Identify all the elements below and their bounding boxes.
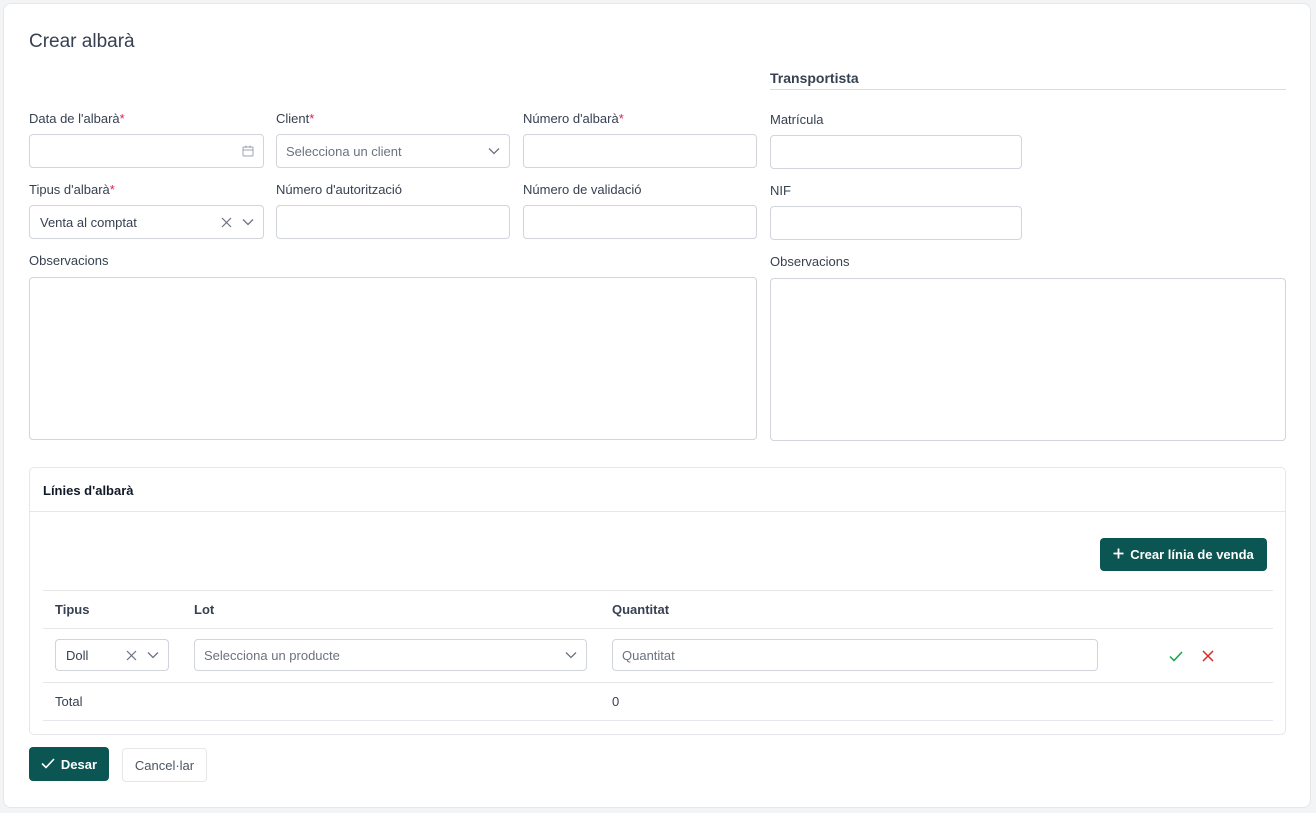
validation-label: Número de validació — [523, 182, 642, 197]
cancel-line-close-icon[interactable] — [1198, 646, 1218, 666]
check-icon — [41, 757, 55, 772]
type-value: Venta al comptat — [40, 214, 137, 230]
number-label: Número d'albarà* — [523, 111, 624, 126]
total-value: 0 — [612, 694, 620, 709]
observations-textarea[interactable] — [29, 277, 757, 440]
line-quantity-input[interactable]: Quantitat — [612, 639, 1098, 671]
page-title: Crear albarà — [29, 31, 135, 52]
transport-observations-textarea[interactable] — [770, 278, 1286, 441]
total-label: Total — [55, 694, 83, 709]
client-select[interactable]: Selecciona un client — [276, 134, 510, 168]
line-type-select[interactable]: Doll — [55, 639, 169, 671]
observations-label: Observacions — [29, 253, 109, 268]
line-type-value: Doll — [66, 647, 89, 663]
table-top-divider — [43, 590, 1273, 591]
nif-input[interactable] — [770, 206, 1022, 240]
plate-input[interactable] — [770, 135, 1022, 169]
save-label: Desar — [60, 756, 98, 772]
confirm-line-check-icon[interactable] — [1166, 646, 1186, 666]
client-label: Client* — [276, 111, 315, 126]
number-input[interactable] — [523, 134, 757, 168]
chevron-down-icon[interactable] — [565, 651, 577, 659]
lot-placeholder: Selecciona un producte — [204, 647, 340, 663]
create-line-button[interactable]: Crear línia de venda — [1100, 538, 1267, 571]
plate-label: Matrícula — [770, 112, 824, 127]
lines-panel-title: Línies d'albarà — [30, 468, 1285, 512]
clear-icon[interactable] — [126, 650, 137, 661]
save-button[interactable]: Desar — [29, 747, 109, 781]
transport-section-title: Transportista — [770, 70, 1286, 90]
validation-input[interactable] — [523, 205, 757, 239]
header-divider — [43, 628, 1273, 629]
date-label: Data de l'albarà* — [29, 111, 125, 126]
date-input[interactable] — [29, 134, 264, 168]
client-placeholder: Selecciona un client — [286, 143, 402, 159]
column-header-type: Tipus — [55, 602, 90, 617]
auth-label: Número d'autorització — [276, 182, 403, 197]
chevron-down-icon[interactable] — [242, 218, 254, 226]
clear-icon[interactable] — [221, 217, 232, 228]
auth-input[interactable] — [276, 205, 510, 239]
quantity-placeholder: Quantitat — [622, 647, 675, 663]
table-bottom-divider — [43, 720, 1273, 721]
column-header-quantity: Quantitat — [612, 602, 670, 617]
line-lot-select[interactable]: Selecciona un producte — [194, 639, 587, 671]
cancel-button[interactable]: Cancel·lar — [122, 748, 207, 782]
plus-icon — [1113, 547, 1124, 562]
calendar-icon[interactable] — [242, 145, 254, 157]
lines-panel: Línies d'albarà — [29, 467, 1286, 735]
create-line-label: Crear línia de venda — [1130, 547, 1254, 562]
type-label: Tipus d'albarà* — [29, 182, 115, 197]
transport-observations-label: Observacions — [770, 254, 850, 269]
nif-label: NIF — [770, 183, 791, 198]
type-select[interactable]: Venta al comptat — [29, 205, 264, 239]
chevron-down-icon[interactable] — [488, 147, 500, 155]
chevron-down-icon[interactable] — [147, 651, 159, 659]
column-header-lot: Lot — [194, 602, 215, 617]
row-divider — [43, 682, 1273, 683]
